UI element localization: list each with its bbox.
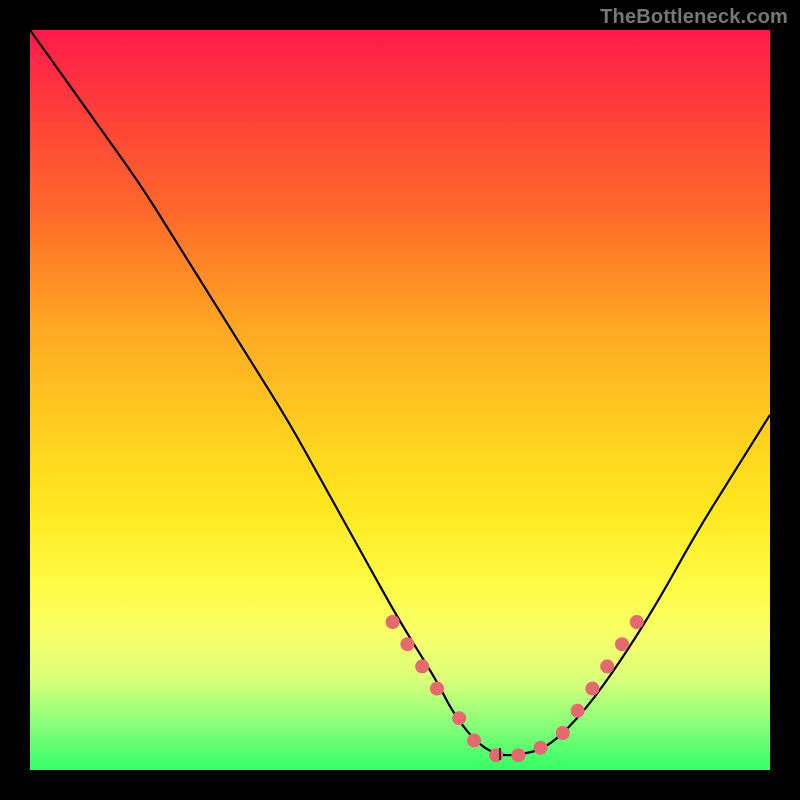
curve-dot xyxy=(571,704,585,718)
curve-dot xyxy=(386,615,400,629)
curve-dot xyxy=(615,637,629,651)
curve-dot xyxy=(400,637,414,651)
curve-dot xyxy=(430,682,444,696)
curve-dot xyxy=(630,615,644,629)
curve-dot xyxy=(534,741,548,755)
bottleneck-curve xyxy=(30,30,770,755)
watermark-label: TheBottleneck.com xyxy=(600,6,788,29)
curve-dot xyxy=(556,726,570,740)
curve-dot xyxy=(511,748,525,762)
chart-frame: TheBottleneck.com xyxy=(0,0,800,800)
plot-area xyxy=(30,30,770,770)
curve-dot xyxy=(489,748,503,762)
curve-dot xyxy=(600,659,614,673)
curve-dot xyxy=(415,659,429,673)
curve-dot xyxy=(452,711,466,725)
curve-svg xyxy=(30,30,770,770)
curve-dot xyxy=(467,733,481,747)
curve-dot xyxy=(585,682,599,696)
curve-dots-group xyxy=(386,615,644,762)
